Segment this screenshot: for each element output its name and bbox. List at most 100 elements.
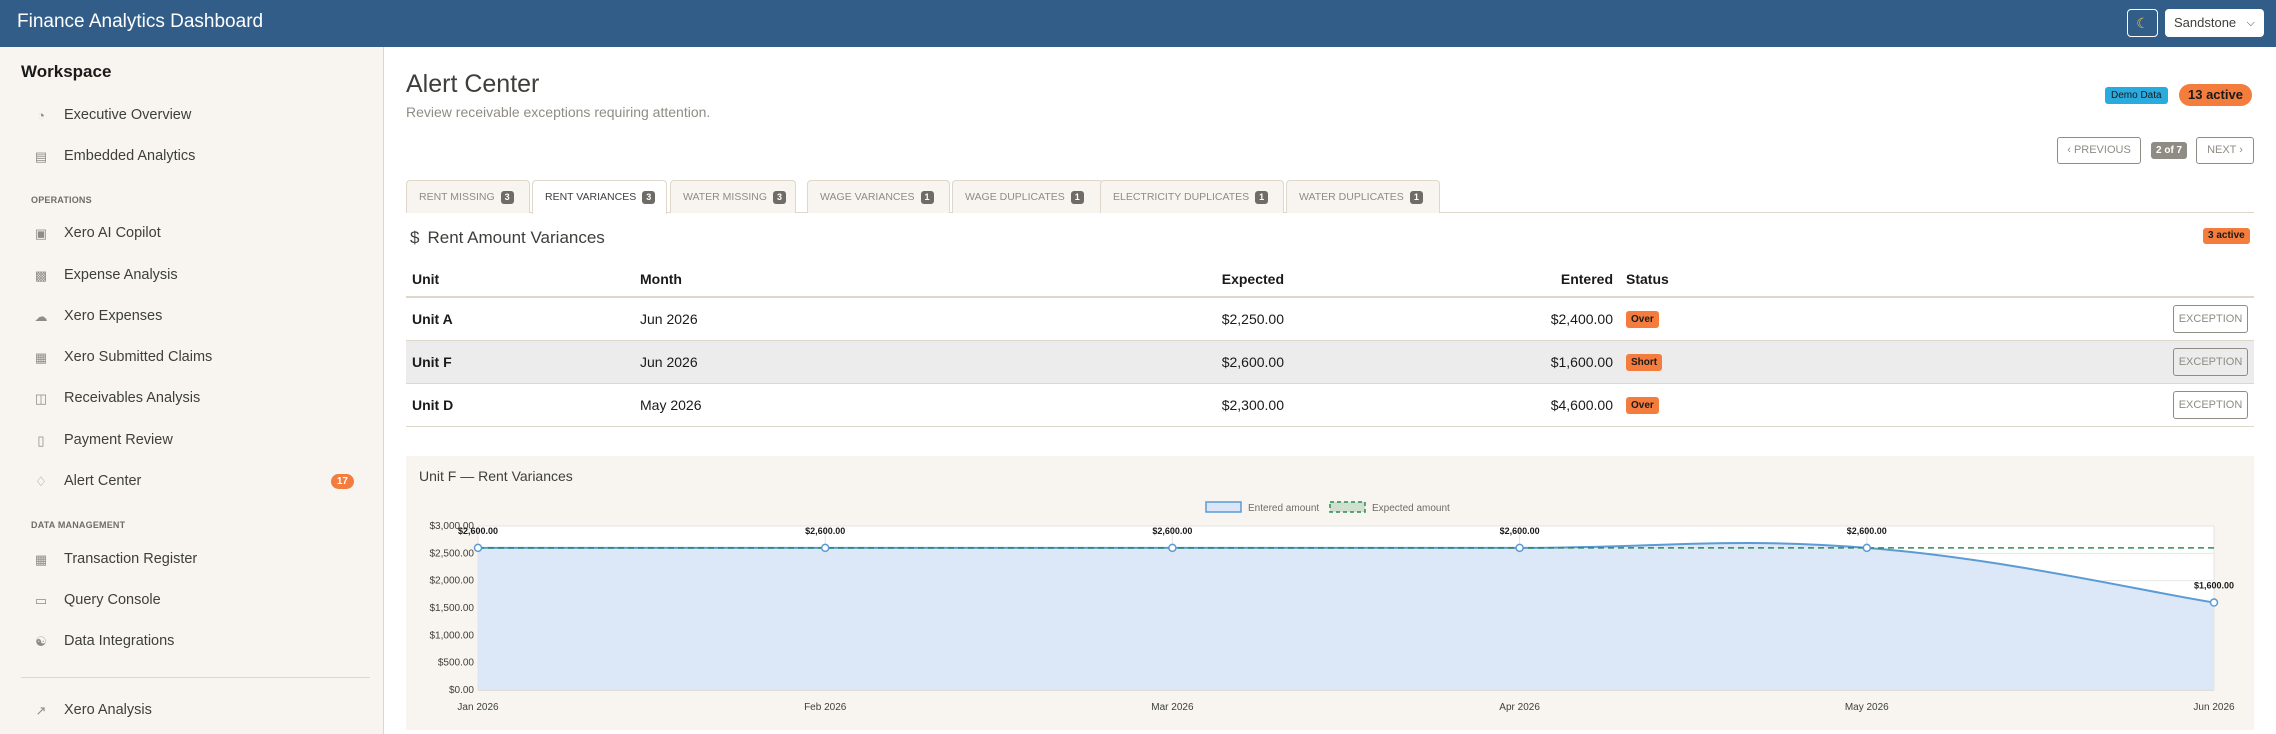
x-tick-label: May 2026 [1845, 702, 1889, 713]
exception-button[interactable]: EXCEPTION [2173, 348, 2248, 376]
chart-card: Unit F — Rent Variances $0.00 $500.00 $1,0… [406, 456, 2254, 730]
tab-rent-missing[interactable]: RENT MISSING 3 [406, 180, 530, 213]
tab-wage-duplicates[interactable]: WAGE DUPLICATES 1 [952, 180, 1103, 213]
search-document-icon: ◫ [34, 391, 48, 406]
data-label: $2,600.00 [1152, 526, 1192, 536]
tab-label: ELECTRICITY DUPLICATES [1113, 191, 1250, 203]
sidebar-item-label: Xero AI Copilot [64, 225, 161, 241]
tab-label: WATER MISSING [683, 191, 767, 203]
y-tick-label: $1,000.00 [430, 630, 475, 641]
tab-water-missing[interactable]: WATER MISSING 3 [670, 180, 796, 213]
data-label: $2,600.00 [805, 526, 845, 536]
sidebar-item-label: Payment Review [64, 432, 173, 448]
sidebar-item-embedded-analytics[interactable]: ▤ Embedded Analytics [21, 139, 371, 175]
tab-label: WAGE VARIANCES [820, 191, 915, 203]
pager-count: 2 of 7 [2151, 142, 2188, 159]
chevron-down-icon: ⌵ [2246, 17, 2255, 29]
y-tick-label: $500.00 [438, 658, 475, 669]
panel-active-badge: 3 active [2203, 228, 2250, 244]
x-tick-label: Apr 2026 [1499, 702, 1540, 713]
sidebar-item-query-console[interactable]: ▭ Query Console [21, 583, 371, 619]
sidebar-item-label: Alert Center [64, 473, 142, 489]
legend-expected-swatch [1329, 501, 1366, 513]
sidebar-item-label: Embedded Analytics [64, 148, 196, 164]
tab-electricity-duplicates[interactable]: ELECTRICITY DUPLICATES 1 [1100, 180, 1284, 213]
y-tick-label: $2,500.00 [430, 548, 475, 559]
chevron-left-icon: ‹ [2067, 144, 2071, 156]
sidebar-item-alert-center[interactable]: ♢ Alert Center 17 [21, 464, 371, 500]
exception-button[interactable]: EXCEPTION [2173, 391, 2248, 419]
status-badge: Short [1626, 354, 1663, 371]
section-label-data-management: DATA MANAGEMENT [31, 520, 126, 530]
sidebar-item-label: Expense Analysis [64, 267, 178, 283]
x-tick-label: Jun 2026 [2193, 702, 2235, 713]
sidebar-item-receivables-analysis[interactable]: ◫ Receivables Analysis [21, 381, 371, 417]
table-header: Unit Month Expected Entered Status [406, 262, 2254, 298]
tab-label: RENT MISSING [419, 191, 495, 203]
exception-button[interactable]: EXCEPTION [2173, 305, 2248, 333]
tab-water-duplicates[interactable]: WATER DUPLICATES 1 [1286, 180, 1440, 213]
tab-count: 1 [1070, 191, 1084, 204]
tab-label: WATER DUPLICATES [1299, 191, 1404, 203]
sidebar-item-label: Xero Analysis [64, 702, 152, 718]
data-label: $2,600.00 [1847, 526, 1887, 536]
alert-tabs: RENT MISSING 3 RENT VARIANCES 3 WATER MISS… [406, 180, 2254, 214]
sidebar-item-data-integrations[interactable]: ☯ Data Integrations [21, 624, 371, 660]
page-subtitle: Review receivable exceptions requiring a… [406, 104, 711, 120]
sidebar-item-xero-ai-copilot[interactable]: ▣ Xero AI Copilot [21, 216, 371, 252]
terminal-icon: ▭ [34, 593, 48, 608]
sidebar-item-xero-submitted-claims[interactable]: ▦ Xero Submitted Claims [21, 340, 371, 376]
sidebar-item-transaction-register[interactable]: ▦ Transaction Register [21, 542, 371, 578]
previous-button[interactable]: ‹ PREVIOUS [2057, 137, 2141, 164]
sidebar-item-label: Executive Overview [64, 107, 192, 123]
top-navbar: Finance Analytics Dashboard ☾ Sandstone … [0, 0, 2276, 47]
theme-select[interactable]: Sandstone ⌵ [2165, 9, 2264, 37]
sidebar-item-expense-analysis[interactable]: ▩ Expense Analysis [21, 258, 371, 294]
tab-rent-variances[interactable]: RENT VARIANCES 3 [532, 180, 667, 214]
section-label-operations: OPERATIONS [31, 195, 92, 205]
moon-icon[interactable]: ☾ [2127, 9, 2158, 37]
cell-entered: $2,400.00 [1550, 311, 1613, 327]
table-icon: ▦ [34, 552, 48, 567]
tab-count: 1 [920, 191, 934, 204]
column-header-entered: Entered [1560, 271, 1613, 287]
sidebar-item-xero-analysis[interactable]: ↗ Xero Analysis [21, 693, 371, 729]
tab-label: WAGE DUPLICATES [965, 191, 1065, 203]
entered-amount-point [1168, 543, 1177, 553]
tab-count: 3 [500, 191, 514, 204]
tab-count: 1 [1255, 191, 1269, 204]
receipt-icon: ▦ [34, 350, 48, 365]
robot-icon: ▣ [34, 226, 48, 241]
alert-count-badge: 17 [330, 474, 354, 489]
entered-amount-area [478, 543, 2214, 690]
tab-wage-variances[interactable]: WAGE VARIANCES 1 [807, 180, 950, 213]
next-button[interactable]: NEXT › [2196, 137, 2254, 164]
cell-entered: $1,600.00 [1550, 354, 1613, 370]
sidebar-item-executive-overview[interactable]: ◔ Executive Overview [21, 98, 371, 134]
table-row: Unit F Jun 2026 $2,600.00 $1,600.00 Shor… [406, 341, 2254, 384]
chevron-right-icon: › [2239, 144, 2243, 156]
data-label: $2,600.00 [1500, 526, 1540, 536]
legend-entered-label: Entered amount [1248, 503, 1319, 514]
panel-title: $ Rent Amount Variances [410, 228, 605, 248]
dollar-icon: $ [410, 228, 420, 247]
y-tick-label: $1,500.00 [430, 603, 475, 614]
sidebar-item-label: Receivables Analysis [64, 390, 201, 406]
sidebar-item-payment-review[interactable]: ▯ Payment Review [21, 423, 371, 459]
app-title[interactable]: Finance Analytics Dashboard [17, 11, 263, 33]
sidebar-item-label: Query Console [64, 592, 161, 608]
diagram-icon: ☯ [35, 634, 47, 649]
sidebar: Workspace ◔ Executive Overview ▤ Embedde… [0, 47, 384, 734]
sidebar-item-label: Data Integrations [64, 633, 175, 649]
table-row: Unit D May 2026 $2,300.00 $4,600.00 Over… [406, 384, 2254, 427]
status-badge: Over [1626, 397, 1659, 414]
sidebar-item-xero-expenses[interactable]: ☁ Xero Expenses [21, 299, 371, 335]
sidebar-divider [21, 677, 370, 678]
y-tick-label: $0.00 [449, 685, 474, 696]
clipboard-icon: ▯ [37, 433, 45, 448]
table-row: Unit A Jun 2026 $2,250.00 $2,400.00 Over… [406, 298, 2254, 341]
line-chart-icon: ↗ [35, 703, 47, 718]
cell-entered: $4,600.00 [1550, 397, 1613, 413]
sidebar-item-label: Xero Expenses [64, 308, 163, 324]
x-tick-label: Feb 2026 [804, 702, 847, 713]
